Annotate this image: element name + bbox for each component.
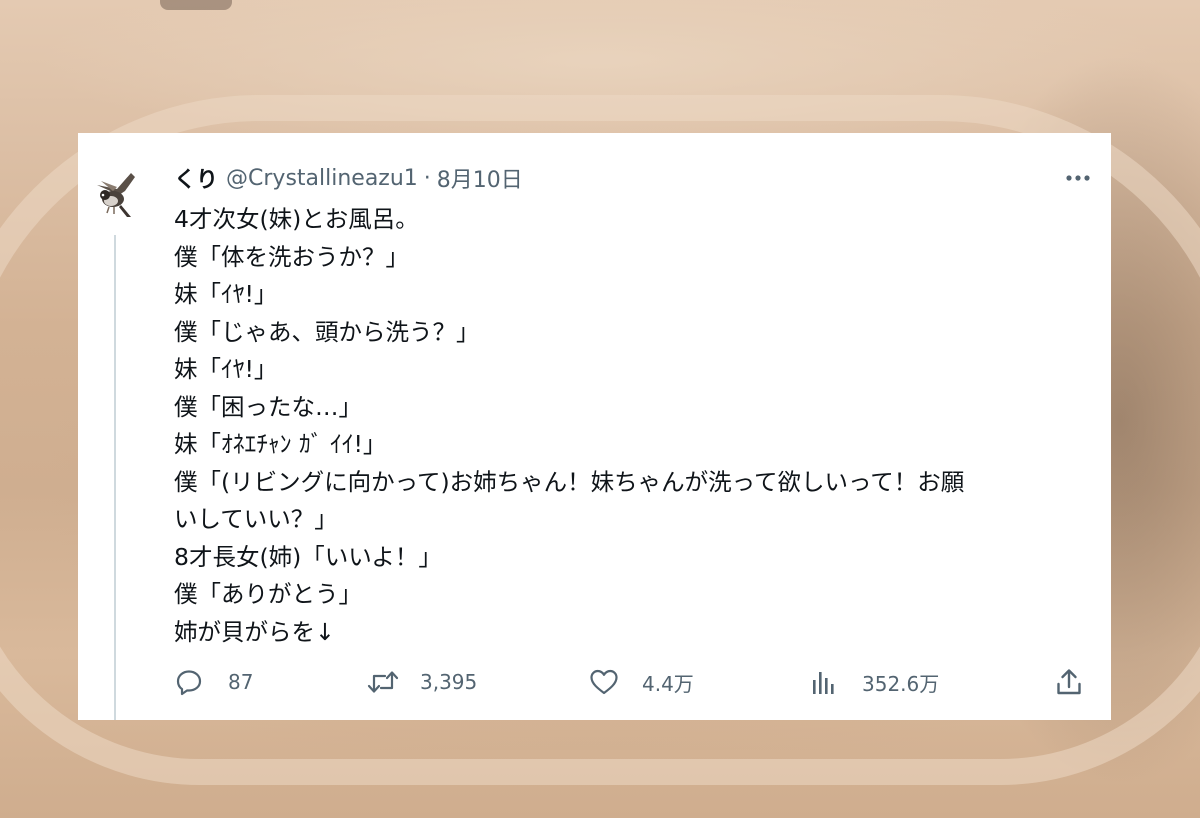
header-separator: · <box>423 165 431 191</box>
tweet-line: 妹「ｲﾔ!」 <box>174 280 278 308</box>
more-options-button[interactable] <box>1061 163 1095 193</box>
reply-icon <box>176 670 202 696</box>
more-horizontal-icon <box>1066 175 1090 181</box>
share-icon <box>1057 669 1081 695</box>
analytics-icon <box>813 672 834 694</box>
avatar[interactable] <box>87 161 147 221</box>
views-button[interactable]: 352.6万 <box>810 664 939 700</box>
tweet-line: 妹「ｲﾔ!」 <box>174 355 278 383</box>
tweet-line: 8才長女(姉)「いいよ！」 <box>174 542 442 571</box>
thread-line <box>114 235 116 720</box>
tweet-line: 姉が貝がらを↓ <box>174 617 335 646</box>
tweet-header: くり @Crystallineazu1 · 8月10日 <box>174 162 523 194</box>
tweet-line: 僕「体を洗おうか？」 <box>174 242 409 271</box>
user-handle[interactable]: @Crystallineazu1 <box>226 166 418 191</box>
bird-avatar-icon <box>87 161 147 221</box>
tweet-line: 僕「困ったな…」 <box>174 392 362 421</box>
retweet-button[interactable]: 3,395 <box>366 664 477 700</box>
tweet-actions: 87 3,395 4.4万 352.6万 <box>174 664 1094 700</box>
tweet-card: くり @Crystallineazu1 · 8月10日 4才次女(妹)とお風呂。… <box>78 133 1111 720</box>
retweet-icon <box>367 671 399 693</box>
share-button[interactable] <box>1054 664 1084 700</box>
heart-icon <box>590 669 618 695</box>
faucet <box>160 0 232 10</box>
reply-button[interactable]: 87 <box>174 664 253 700</box>
tweet-line: 妹「ｵﾈｴﾁｬﾝ ｶﾞ ｲｲ!」 <box>174 430 387 458</box>
tweet-line: 4才次女(妹)とお風呂。 <box>174 205 419 233</box>
retweet-count: 3,395 <box>420 670 478 694</box>
like-count: 4.4万 <box>642 671 694 696</box>
tweet-line: 僕「じゃあ、頭から洗う？」 <box>174 317 480 346</box>
display-name[interactable]: くり <box>174 162 218 194</box>
like-button[interactable]: 4.4万 <box>588 664 694 700</box>
reply-count: 87 <box>228 670 254 694</box>
tweet-line: 僕「ありがとう」 <box>174 580 362 608</box>
tweet-line: いしていい？」 <box>174 505 338 533</box>
tweet-date[interactable]: 8月10日 <box>437 162 523 194</box>
tweet-line: 僕「(リビングに向かって)お姉ちゃん！妹ちゃんが洗って欲しいって！お願 <box>174 467 965 496</box>
views-count: 352.6万 <box>862 671 940 696</box>
tweet-text: 4才次女(妹)とお風呂。 僕「体を洗おうか？」 妹「ｲﾔ!」 僕「じゃあ、頭から… <box>174 201 1094 651</box>
